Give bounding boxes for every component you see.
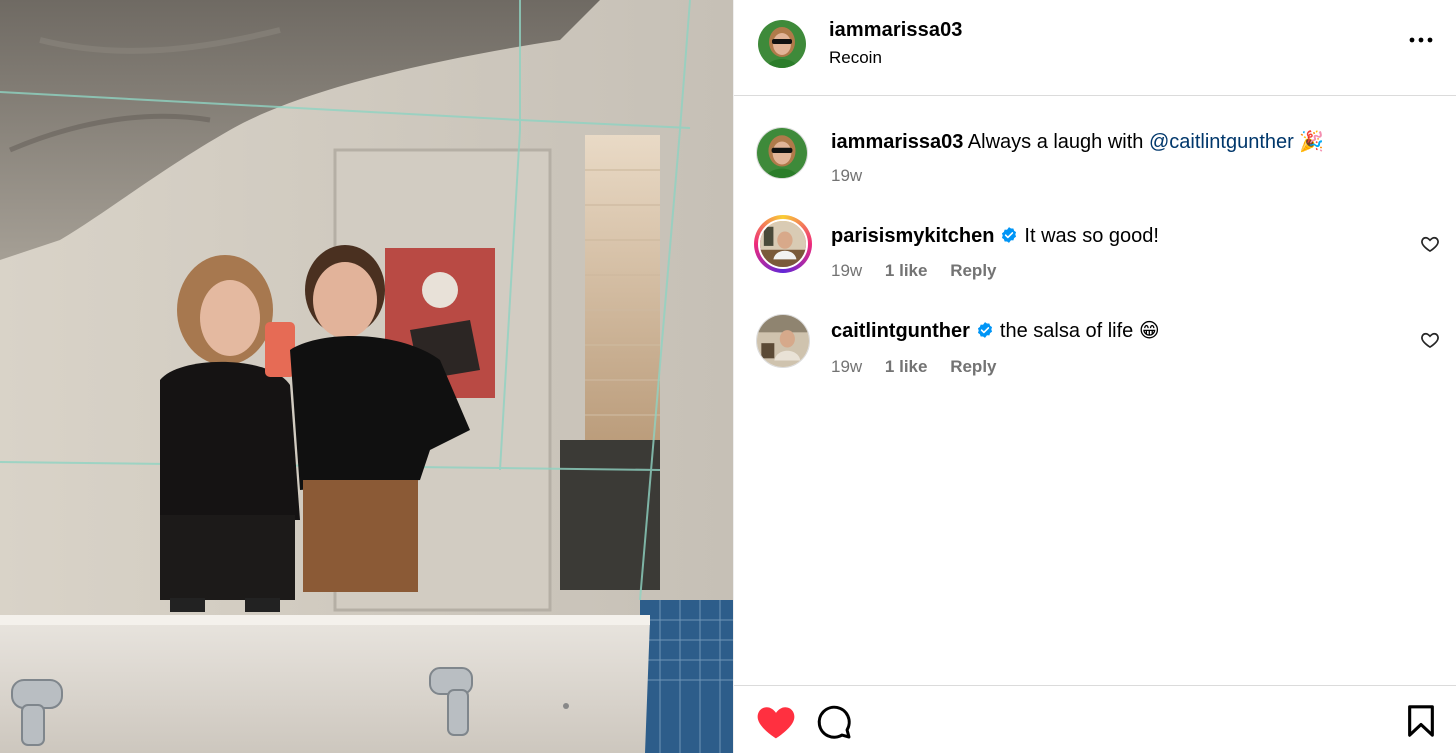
caption-author-avatar[interactable] bbox=[756, 127, 808, 179]
comment-text: caitlintgunther the salsa of life 😁 bbox=[831, 319, 1160, 343]
heart-filled-icon[interactable] bbox=[756, 704, 796, 740]
post-location[interactable]: Recoin bbox=[829, 48, 882, 68]
caption-meta: 19w bbox=[831, 166, 880, 186]
comment-username[interactable]: parisismykitchen bbox=[831, 225, 994, 247]
caption-text: iammarissa03 Always a laugh with @caitli… bbox=[831, 130, 1324, 154]
comment-bubble-icon[interactable] bbox=[816, 704, 852, 740]
more-options-icon[interactable] bbox=[1407, 26, 1435, 54]
author-username[interactable]: iammarissa03 bbox=[829, 19, 963, 42]
comment-username[interactable]: caitlintgunther bbox=[831, 320, 970, 342]
post-side-panel: iammarissa03 Recoin iammarissa03 Always … bbox=[733, 0, 1456, 753]
reply-button[interactable]: Reply bbox=[950, 261, 996, 280]
caption-time[interactable]: 19w bbox=[831, 166, 862, 185]
post-actions-bar bbox=[734, 685, 1456, 753]
verified-badge-icon bbox=[977, 322, 992, 338]
comment-meta: 19w 1 like Reply bbox=[831, 357, 1015, 377]
commenter-avatar[interactable] bbox=[758, 219, 808, 269]
caption-mention[interactable]: @caitlintgunther bbox=[1149, 131, 1294, 153]
comment-likes[interactable]: 1 like bbox=[885, 357, 928, 376]
verified-badge-icon bbox=[1002, 227, 1017, 243]
comment-body: the salsa of life 😁 bbox=[999, 320, 1160, 342]
post-header: iammarissa03 Recoin bbox=[734, 0, 1456, 96]
comment-time[interactable]: 19w bbox=[831, 261, 862, 280]
comment-likes[interactable]: 1 like bbox=[885, 261, 928, 280]
caption-username[interactable]: iammarissa03 bbox=[831, 131, 963, 153]
heart-outline-icon[interactable] bbox=[1420, 330, 1440, 350]
post-photo[interactable] bbox=[0, 0, 733, 753]
comment-time[interactable]: 19w bbox=[831, 357, 862, 376]
author-avatar[interactable] bbox=[758, 20, 806, 68]
reply-button[interactable]: Reply bbox=[950, 357, 996, 376]
party-emoji: 🎉 bbox=[1299, 131, 1325, 153]
commenter-avatar[interactable] bbox=[756, 314, 810, 368]
heart-outline-icon[interactable] bbox=[1420, 234, 1440, 254]
mirror-selfie-image bbox=[0, 0, 733, 753]
comment-meta: 19w 1 like Reply bbox=[831, 261, 1015, 281]
comment-body: It was so good! bbox=[1024, 225, 1159, 247]
comment-text: parisismykitchen It was so good! bbox=[831, 224, 1159, 248]
bookmark-icon[interactable] bbox=[1406, 704, 1436, 738]
caption-body: Always a laugh with bbox=[967, 131, 1149, 153]
